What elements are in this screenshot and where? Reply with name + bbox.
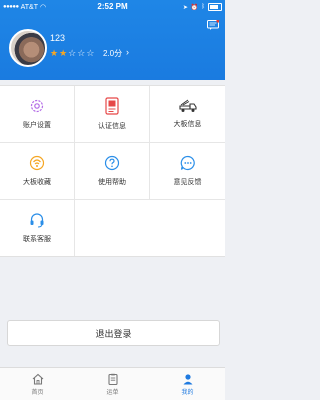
tab-bar: 首页 运单 我的 — [0, 367, 225, 400]
tab-label: 我的 — [181, 389, 194, 396]
location-icon: ➤ — [182, 4, 188, 11]
help-icon — [104, 155, 120, 171]
star-outline-icon: ☆ — [77, 48, 86, 58]
tab-mine[interactable]: 我的 — [150, 368, 225, 400]
feedback-icon — [180, 155, 195, 171]
grid-item-customer-service[interactable]: 联系客服 — [0, 200, 75, 256]
grid-item-label: 联系客服 — [23, 236, 51, 243]
tab-home[interactable]: 首页 — [0, 368, 75, 400]
grid-item-feedback[interactable]: 意见反馈 — [150, 143, 225, 199]
star-outline-icon: ☆ — [86, 48, 95, 58]
grid-item-label: 使用帮助 — [98, 179, 126, 186]
grid-item-label: 大板信息 — [173, 121, 202, 128]
tab-label: 运单 — [106, 389, 119, 396]
clipboard-icon — [107, 373, 118, 385]
grid-item-board-favorites[interactable]: 大板收藏 — [0, 143, 75, 199]
id-card-icon — [105, 97, 119, 115]
username: 123 — [50, 33, 66, 43]
grid-item-label: 意见反馈 — [173, 179, 202, 186]
grid-empty-cell — [150, 200, 225, 256]
grid-empty-cell — [75, 200, 150, 256]
star-outline-icon: ☆ — [68, 48, 77, 58]
grid-item-account-settings[interactable]: 账户设置 — [0, 86, 75, 142]
favorite-icon — [29, 155, 45, 171]
grid-item-label: 账户设置 — [23, 122, 51, 129]
rating-score[interactable]: 2.0分 — [103, 48, 122, 59]
grid-item-label: 大板收藏 — [23, 179, 51, 186]
grid-item-label: 认证信息 — [98, 123, 126, 130]
star-icon: ★ — [50, 48, 59, 58]
headset-icon — [30, 213, 44, 228]
grid-item-certification[interactable]: 认证信息 — [75, 86, 150, 142]
rating-stars: ★ ★ ☆ ☆ ☆ — [50, 48, 94, 59]
truck-icon — [178, 99, 197, 112]
chevron-right-icon[interactable]: › — [126, 47, 129, 57]
avatar[interactable] — [9, 29, 47, 67]
status-bar: ●●●●● AT&T ◠ 2:52 PM ➤ ⏰ ᛒ — [0, 0, 225, 14]
gear-icon — [30, 99, 44, 113]
home-icon — [32, 373, 43, 385]
alarm-icon: ⏰ — [190, 4, 199, 11]
bluetooth-icon: ᛒ — [201, 4, 205, 10]
battery-icon — [208, 3, 222, 11]
tab-label: 首页 — [31, 389, 44, 396]
star-icon: ★ — [59, 48, 68, 58]
tab-waybill[interactable]: 运单 — [75, 368, 150, 400]
profile-header: ●●●●● AT&T ◠ 2:52 PM ➤ ⏰ ᛒ 123 ★ ★ ☆ ☆ ☆… — [0, 0, 225, 80]
user-icon — [183, 373, 192, 384]
message-icon[interactable] — [207, 20, 219, 30]
grid-item-board-info[interactable]: 大板信息 — [150, 86, 225, 142]
logout-button[interactable]: 退出登录 — [7, 320, 220, 346]
menu-grid: 账户设置 认证信息 大板信息 大板收藏 使用帮助 意见反馈 联系客服 — [0, 85, 225, 257]
grid-item-help[interactable]: 使用帮助 — [75, 143, 150, 199]
